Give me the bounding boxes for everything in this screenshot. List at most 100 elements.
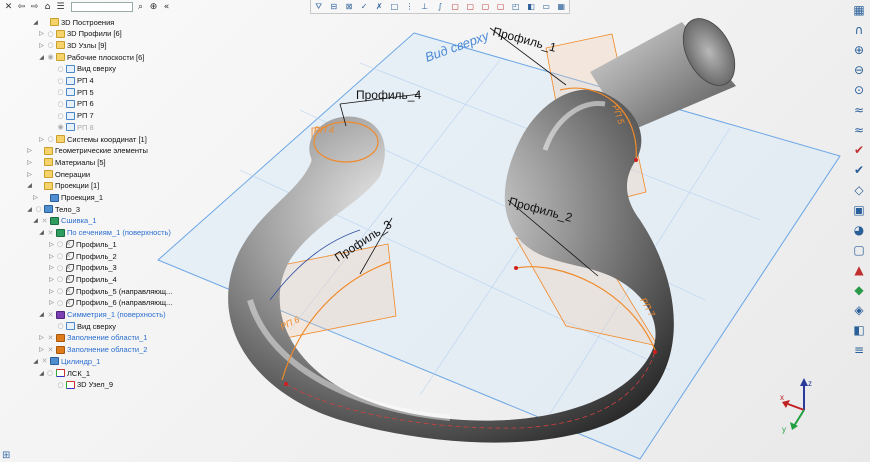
visibility-icon[interactable]: ✕ — [41, 357, 48, 365]
slice-icon[interactable]: ◈ — [851, 302, 867, 318]
tree-expander-icon[interactable]: ▷ — [48, 276, 55, 283]
face-red-4-icon[interactable]: ▢ — [495, 2, 506, 12]
body-icon[interactable]: ◧ — [525, 2, 536, 12]
face-red-icon[interactable]: ▢ — [450, 2, 461, 12]
visibility-icon[interactable]: ◉ — [47, 53, 54, 61]
tree-item[interactable]: ▷ Операции — [26, 168, 90, 180]
solid-icon[interactable]: ◰ — [510, 2, 521, 12]
visibility-icon[interactable]: ○ ✕ — [57, 264, 71, 272]
visibility-icon[interactable]: ○ — [47, 30, 54, 38]
tree-item[interactable]: ○ 3D Узел_9 — [48, 379, 113, 391]
tree-expander-icon[interactable]: ▷ — [26, 159, 33, 166]
tree-expander-icon[interactable]: ◢ — [38, 54, 45, 61]
visibility-icon[interactable]: ○ ✕ — [57, 275, 71, 283]
cube-outline-icon[interactable]: ◇ — [851, 182, 867, 198]
tree-expander-icon[interactable]: ◢ — [38, 370, 45, 377]
visibility-icon[interactable]: ○ — [57, 88, 64, 96]
tree-item[interactable]: ○ РП 4 — [48, 75, 93, 87]
tree-expander-icon[interactable]: ▷ — [32, 194, 39, 201]
curve-icon[interactable]: ∫ — [434, 2, 445, 12]
chevrons-left-icon[interactable]: « — [161, 2, 172, 13]
arrow-right-icon[interactable]: ⇨ — [29, 2, 40, 13]
tree-item[interactable]: ▷ ○ Системы координат [1] — [38, 133, 147, 145]
cube-red-icon[interactable]: ▲ — [851, 262, 867, 278]
tree-item[interactable]: ◢ ✕ Цилиндр_1 — [32, 355, 100, 367]
tree-expander-icon[interactable]: ▷ — [38, 42, 45, 49]
tree-expander-icon[interactable]: ◢ — [32, 19, 39, 26]
axis-icon[interactable]: ⊥ — [419, 2, 430, 12]
visibility-icon[interactable]: ✕ — [47, 311, 54, 319]
tree-item[interactable]: ◢ ✕ По сечениям_1 (поверхность) — [38, 227, 171, 239]
visibility-icon[interactable]: ○ — [57, 112, 64, 120]
visibility-icon[interactable]: ○ — [57, 381, 64, 389]
visibility-icon[interactable]: ○ — [47, 135, 54, 143]
zoom-fit-icon[interactable]: ⊙ — [851, 82, 867, 98]
point-icon[interactable]: ⋮ — [404, 2, 415, 12]
tree-item[interactable]: ▷ ○ ✕ Профиль_2 — [48, 250, 117, 262]
box-icon[interactable]: ▣ — [851, 202, 867, 218]
tree-expander-icon[interactable]: ◢ — [26, 206, 33, 213]
measure-icon[interactable]: ≈ — [851, 102, 867, 118]
visibility-icon[interactable]: ○ — [35, 205, 42, 213]
visibility-icon[interactable]: ✕ — [47, 346, 54, 354]
tree-item[interactable]: ○ РП 5 — [48, 86, 93, 98]
tree-item[interactable]: ▷ Проекция_1 — [32, 192, 103, 204]
tree-item[interactable]: ▷ ✕ Заполнение области_2 — [38, 344, 147, 356]
tree-expander-icon[interactable]: ▷ — [48, 264, 55, 271]
tree-expander-icon[interactable]: ◢ — [38, 311, 45, 318]
tree-item[interactable]: ○ Вид сверху — [48, 320, 116, 332]
visibility-icon[interactable]: ○ — [57, 322, 64, 330]
sphere-icon[interactable]: ◕ — [851, 222, 867, 238]
tree-expander-icon[interactable]: ▷ — [48, 299, 55, 306]
tree-expander-icon[interactable]: ▷ — [26, 147, 33, 154]
filter-icon[interactable]: ⛛ — [313, 2, 324, 12]
tree-item[interactable]: ▷ Материалы [5] — [26, 156, 105, 168]
split-view-icon[interactable]: ⊞ — [2, 450, 18, 461]
tree-expander-icon[interactable]: ▷ — [48, 288, 55, 295]
visibility-icon[interactable]: ○ — [57, 100, 64, 108]
home-icon[interactable]: ⌂ — [42, 2, 53, 13]
visibility-icon[interactable]: ○ ✕ — [57, 252, 71, 260]
grid-icon[interactable]: ▦ — [556, 2, 567, 12]
tree-expander-icon[interactable]: ◢ — [26, 182, 33, 189]
tree-item[interactable]: ▷ ✕ Заполнение области_1 — [38, 332, 147, 344]
tree-item[interactable]: ◢ ○ Тело_3 — [26, 203, 80, 215]
tree-expander-icon[interactable]: ▷ — [38, 30, 45, 37]
visibility-icon[interactable]: ○ — [47, 41, 54, 49]
visibility-icon[interactable]: ○ ✕ — [57, 240, 71, 248]
tree-item[interactable]: ▷ ○ 3D Узлы [9] — [38, 39, 106, 51]
zoom-out-icon[interactable]: ⊖ — [851, 62, 867, 78]
tree-item[interactable]: ▷ ○ ✕ Профиль_6 (направляющ... — [48, 297, 172, 309]
tree-item[interactable]: ○ Вид сверху — [48, 63, 116, 75]
layers-icon[interactable]: ≡ — [851, 342, 867, 358]
page-icon[interactable]: ▭ — [541, 2, 552, 12]
zoom-in-icon[interactable]: ⊕ — [851, 42, 867, 58]
tree-item[interactable]: ◢ ○ ✕ ЛСК_1 — [38, 367, 90, 379]
tree-expander-icon[interactable]: ▷ — [38, 136, 45, 143]
visibility-icon[interactable]: ○ — [57, 65, 64, 73]
tree-search-input[interactable] — [71, 2, 133, 12]
magnet-icon[interactable]: ∩ — [851, 22, 867, 38]
visibility-icon[interactable]: ○ — [57, 77, 64, 85]
tree-item[interactable]: ◢ ✕ Симметрия_1 (поверхность) — [38, 309, 165, 321]
tree-item[interactable]: ◢ 3D Построения — [32, 16, 114, 28]
visibility-icon[interactable]: ○ ✕ — [57, 299, 71, 307]
tree-item[interactable]: ▷ ○ ✕ Профиль_1 — [48, 238, 117, 250]
window-icon[interactable]: ▦ — [851, 2, 867, 18]
cube-green-icon[interactable]: ◆ — [851, 282, 867, 298]
tree-item[interactable]: ◉ РП 8 — [48, 121, 93, 133]
tree-expander-icon[interactable]: ◢ — [32, 217, 39, 224]
frame-icon[interactable]: □ — [389, 2, 400, 12]
tree-expander-icon[interactable]: ▷ — [26, 171, 33, 178]
check-x-icon[interactable]: ✗ — [374, 2, 385, 12]
check-blue-icon[interactable]: ✔ — [851, 162, 867, 178]
tree-expander-icon[interactable]: ◢ — [32, 358, 39, 365]
tree-expander-icon[interactable]: ▷ — [48, 253, 55, 260]
tree-item[interactable]: ▷ ○ ✕ Профиль_4 — [48, 273, 117, 285]
filter-plane-icon[interactable]: ⊟ — [328, 2, 339, 12]
tree-expander-icon[interactable]: ◢ — [38, 229, 45, 236]
tree-item[interactable]: ○ РП 7 — [48, 110, 93, 122]
tree-expander-icon[interactable]: ▷ — [38, 334, 45, 341]
tree-item[interactable]: ◢ Проекции [1] — [26, 180, 99, 192]
face-red-3-icon[interactable]: ▢ — [480, 2, 491, 12]
